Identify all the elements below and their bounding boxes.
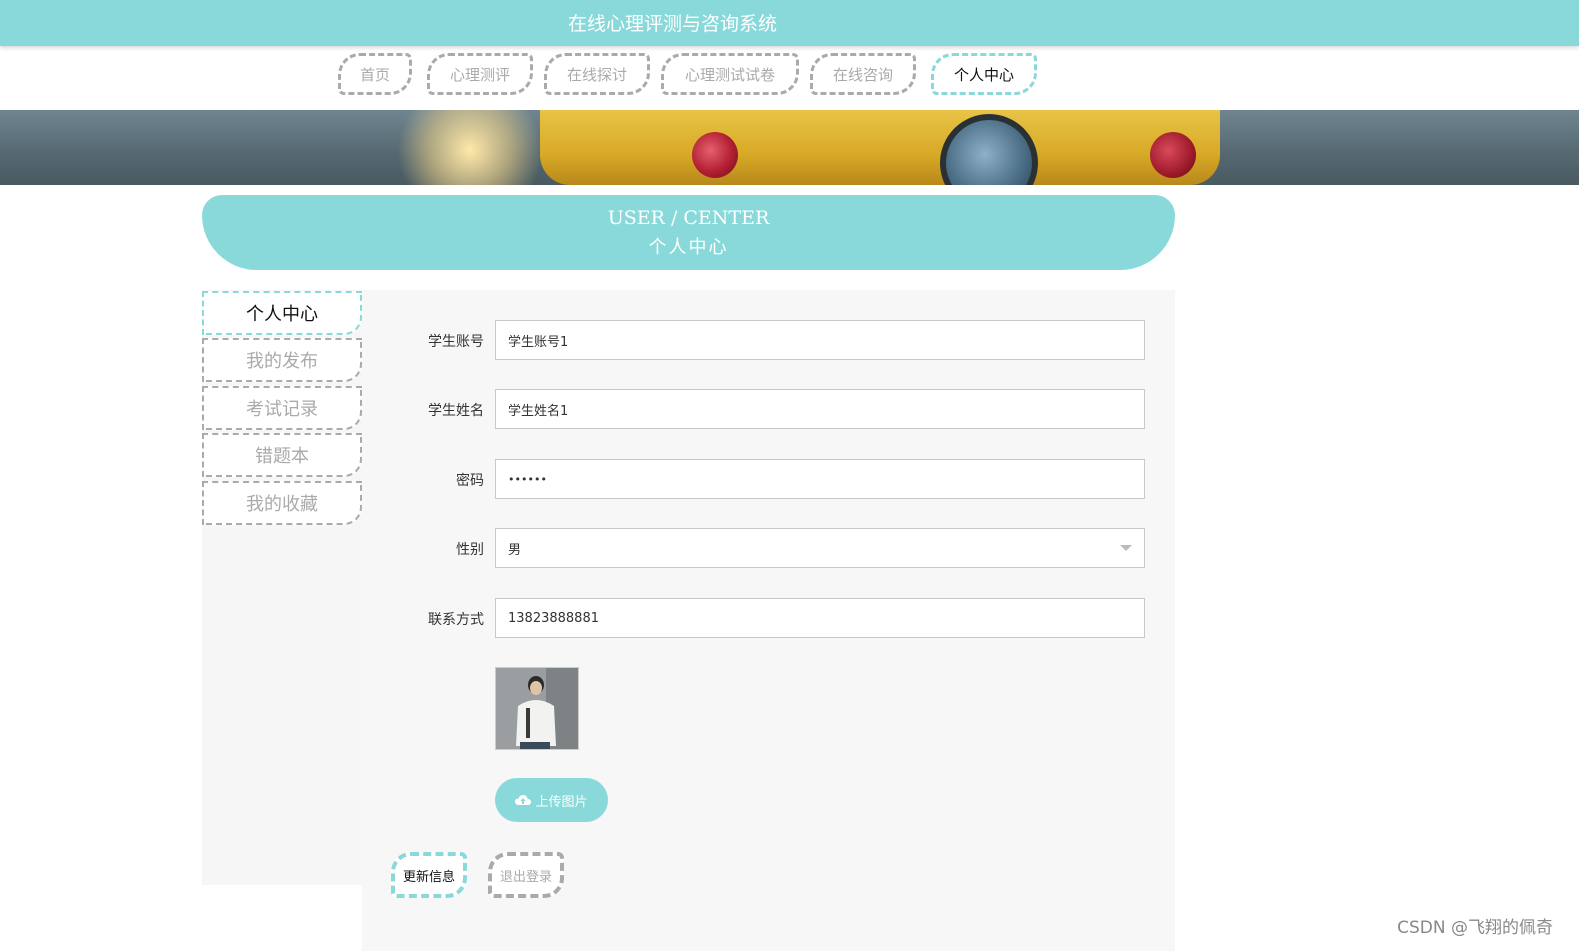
- avatar: [495, 667, 579, 750]
- nav-user-center[interactable]: 个人中心: [931, 53, 1037, 95]
- cloud-upload-icon: [515, 795, 532, 805]
- phone-input[interactable]: 13823888881: [495, 598, 1145, 638]
- nav-online-consult[interactable]: 在线咨询: [810, 53, 916, 95]
- sidebar-item-my-posts[interactable]: 我的发布: [202, 338, 362, 382]
- sidebar-item-user-center[interactable]: 个人中心: [202, 291, 362, 335]
- password-input[interactable]: ••••••: [495, 459, 1145, 499]
- name-label: 学生姓名: [428, 403, 484, 419]
- section-header: USER / CENTER 个人中心: [202, 195, 1175, 270]
- nav-psych-assessment[interactable]: 心理测评: [427, 53, 533, 95]
- sidebar-item-wrong-questions[interactable]: 错题本: [202, 433, 362, 477]
- gender-label: 性别: [456, 542, 484, 558]
- main-nav: 首页 心理测评 在线探讨 心理测试试卷 在线咨询 个人中心: [0, 53, 1579, 101]
- upload-image-label: 上传图片: [535, 794, 588, 810]
- upload-image-button[interactable]: 上传图片: [495, 778, 608, 822]
- banner-image: [0, 110, 1579, 185]
- gender-value: 男: [508, 542, 522, 558]
- update-info-button[interactable]: 更新信息: [391, 852, 467, 898]
- top-bar: 在线心理评测与咨询系统: [0, 0, 1579, 46]
- nav-home[interactable]: 首页: [338, 53, 412, 95]
- nav-online-discussion[interactable]: 在线探讨: [544, 53, 650, 95]
- sidebar-item-exam-records[interactable]: 考试记录: [202, 386, 362, 430]
- sidebar-item-favorites[interactable]: 我的收藏: [202, 481, 362, 525]
- section-title-en: USER / CENTER: [607, 207, 770, 229]
- account-input[interactable]: 学生账号1: [495, 320, 1145, 360]
- phone-label: 联系方式: [428, 612, 484, 628]
- watermark: CSDN @飞翔的佩奇: [1397, 918, 1553, 938]
- password-label: 密码: [456, 473, 484, 489]
- site-title: 在线心理评测与咨询系统: [568, 13, 778, 35]
- gender-select[interactable]: 男: [495, 528, 1145, 568]
- logout-button[interactable]: 退出登录: [488, 852, 564, 898]
- nav-psych-test-papers[interactable]: 心理测试试卷: [661, 53, 799, 95]
- account-label: 学生账号: [428, 334, 484, 350]
- section-title-cn: 个人中心: [648, 237, 729, 258]
- name-input[interactable]: 学生姓名1: [495, 389, 1145, 429]
- chevron-down-icon: [1120, 545, 1132, 551]
